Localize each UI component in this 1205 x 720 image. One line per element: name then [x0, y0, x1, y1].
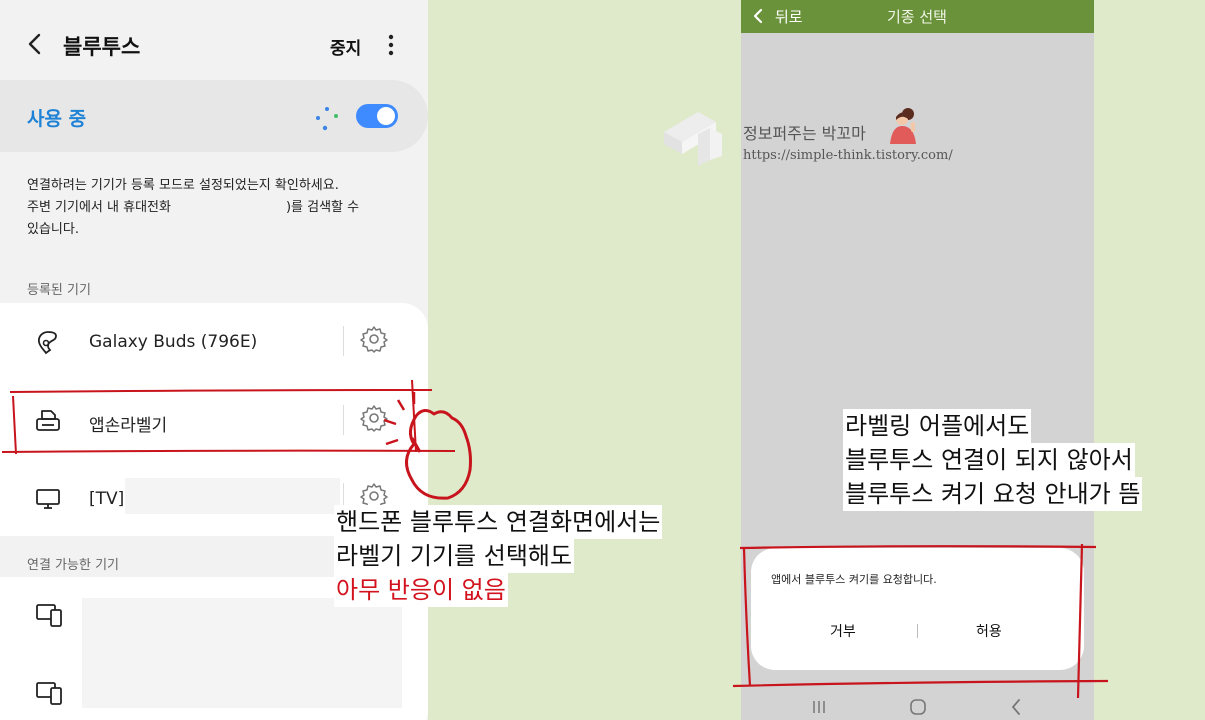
divider: [343, 405, 344, 435]
dialog-message: 앱에서 블루투스 켜기를 요청합니다.: [771, 573, 937, 586]
caption-left-line-3: 아무 반응이 없음: [334, 573, 508, 607]
description-line-1: 연결하려는 기기가 등록 모드로 설정되었는지 확인하세요.: [27, 178, 339, 193]
registered-devices-card: Galaxy Buds (796E) 앱손라벨기 [TV]: [0, 303, 428, 536]
earbuds-icon: [37, 331, 57, 355]
deny-button[interactable]: 거부: [830, 621, 856, 641]
pairing-description: 연결하려는 기기가 등록 모드로 설정되었는지 확인하세요. 주변 기기에서 내…: [27, 175, 407, 241]
system-nav-bar: [741, 692, 1094, 720]
device-name: [TV]: [89, 489, 125, 509]
app-title: 기종 선택: [887, 8, 947, 26]
description-line-2b: )를 검색할 수: [285, 200, 360, 215]
back-chevron-icon[interactable]: [751, 8, 765, 24]
stop-scan-button[interactable]: 중지: [330, 34, 361, 59]
printer-icon: [36, 410, 60, 431]
tv-icon: [36, 489, 60, 509]
device-row-epson-labeler[interactable]: 앱손라벨기: [0, 385, 428, 455]
registered-devices-header: 등록된 기기: [27, 283, 91, 298]
more-options-icon[interactable]: [380, 32, 402, 58]
caption-right-line-2: 블루투스 연결이 되지 않아서: [843, 443, 1135, 477]
caption-right-line-1: 라벨링 어플에서도: [843, 409, 1032, 443]
bluetooth-toggle[interactable]: [356, 104, 398, 128]
device-name: 앱손라벨기: [89, 416, 168, 436]
tablet-phone-icon[interactable]: [35, 601, 65, 629]
allow-button[interactable]: 허용: [976, 621, 1002, 641]
bluetooth-settings-screen: 블루투스 중지 사용 중 연결하려는 기기가 등록 모드로 설정되었는지 확인하…: [0, 0, 428, 720]
device-name: Galaxy Buds (796E): [89, 332, 258, 352]
back-button[interactable]: 뒤로: [775, 6, 803, 27]
bluetooth-request-dialog: 앱에서 블루투스 켜기를 요청합니다. 거부 허용: [751, 548, 1084, 670]
caption-left-line-2: 라벨기 기기를 선택해도: [334, 539, 575, 573]
redacted-device-list: [82, 598, 402, 708]
caption-right-line-3: 블루투스 켜기 요청 안내가 뜸: [843, 477, 1143, 511]
tablet-phone-icon[interactable]: [35, 679, 65, 707]
home-icon[interactable]: [909, 698, 927, 716]
back-chevron-icon[interactable]: [22, 30, 50, 58]
watermark-logo-icon: [664, 112, 722, 166]
app-toolbar: 뒤로 기종 선택: [741, 0, 1094, 33]
header-bar: 블루투스 중지: [0, 0, 428, 90]
page-title: 블루투스: [63, 35, 141, 59]
nav-back-icon[interactable]: [1009, 698, 1023, 716]
watermark-name: 정보퍼주는 박꼬마: [743, 124, 866, 143]
watermark-url: https://simple-think.tistory.com/: [743, 148, 953, 163]
dialog-divider: [917, 624, 918, 638]
available-devices-header: 연결 가능한 기기: [27, 558, 119, 573]
scanning-icon: [316, 107, 338, 131]
description-line-3: 있습니다.: [27, 222, 79, 237]
mascot-girl-icon: [890, 108, 916, 144]
device-row-galaxy-buds[interactable]: Galaxy Buds (796E): [0, 306, 428, 376]
caption-left-line-1: 핸드폰 블루투스 연결화면에서는: [334, 505, 663, 539]
bluetooth-status-label: 사용 중: [27, 108, 87, 130]
description-line-2a: 주변 기기에서 내 휴대전화: [27, 200, 171, 215]
gear-icon[interactable]: [360, 325, 388, 353]
toggle-knob: [377, 107, 395, 125]
divider: [343, 326, 344, 356]
redacted-area: [125, 478, 340, 514]
recent-apps-icon[interactable]: [811, 699, 827, 715]
gear-icon[interactable]: [360, 404, 388, 432]
